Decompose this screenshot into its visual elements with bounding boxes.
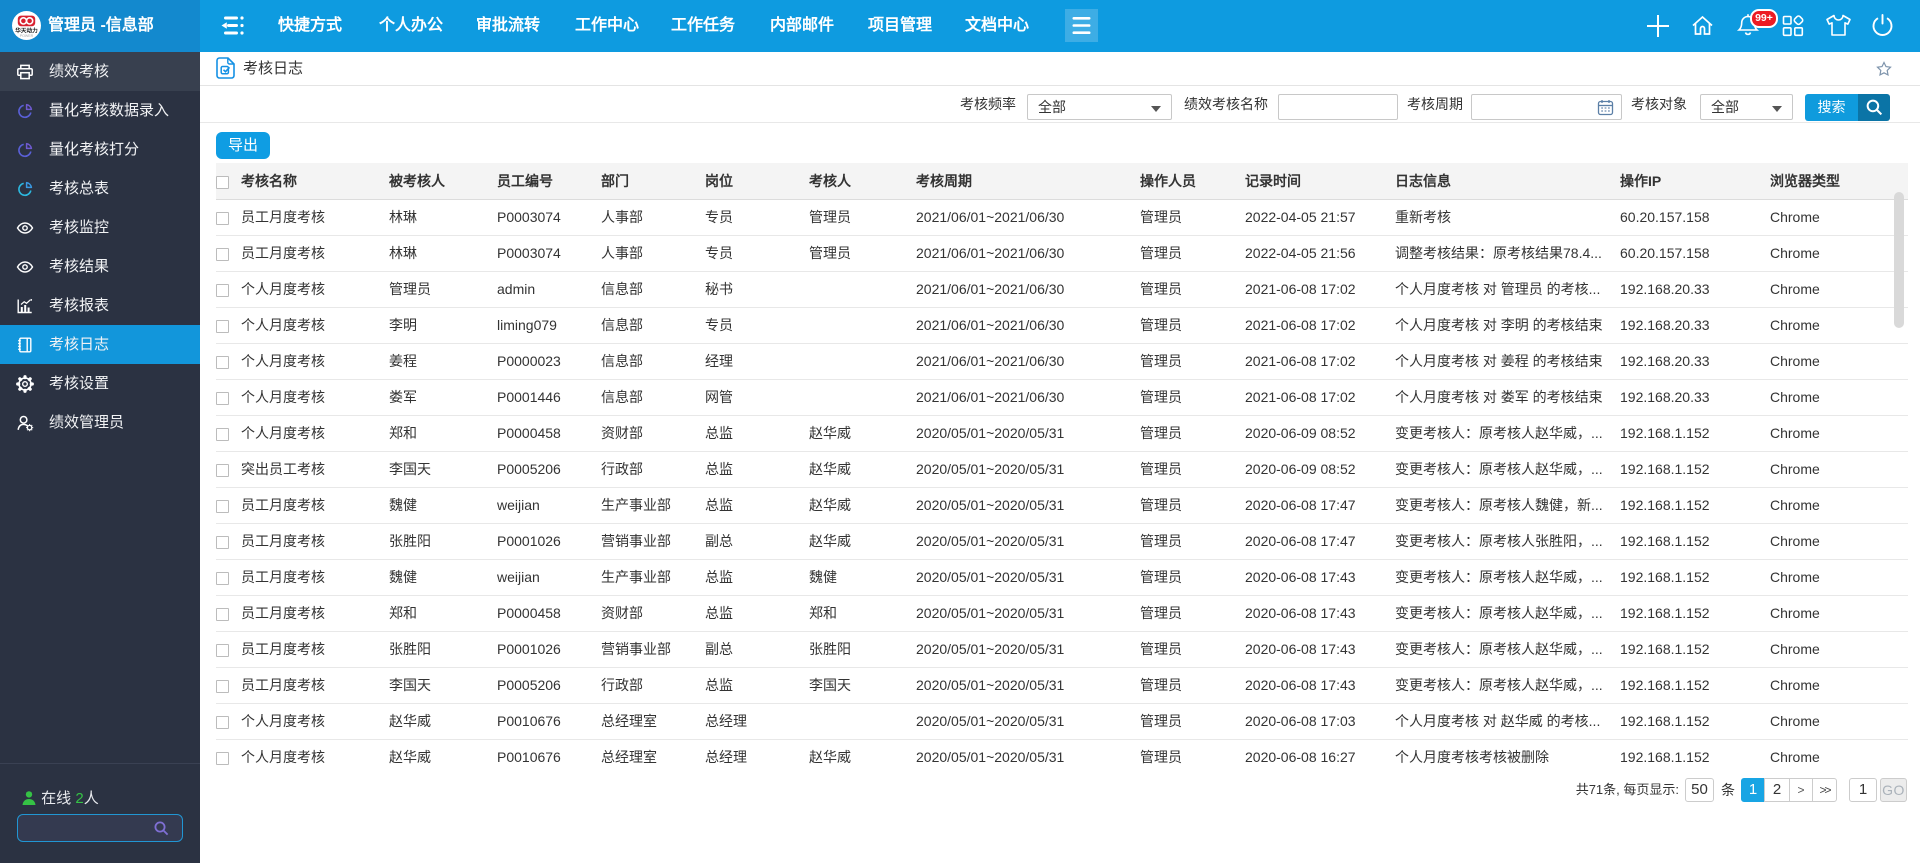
svg-text:POWER: POWER (20, 34, 34, 38)
